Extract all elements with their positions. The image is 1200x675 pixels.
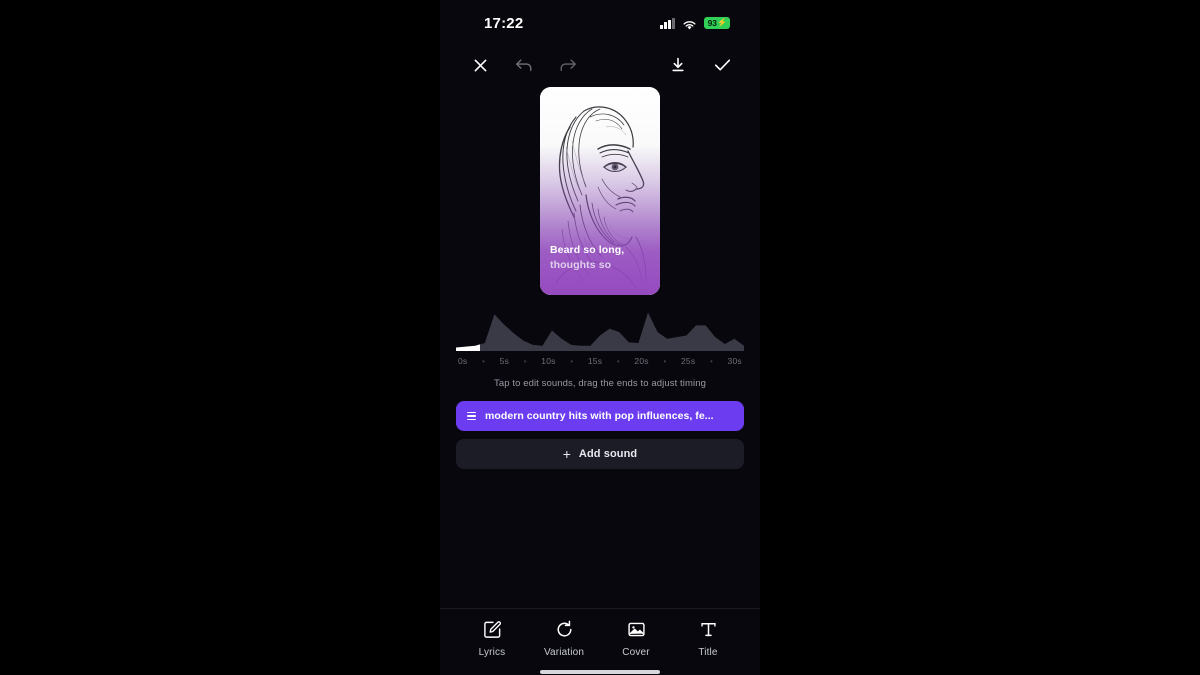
redo-button[interactable]	[556, 53, 580, 77]
tick-label: 30s	[727, 356, 742, 366]
status-indicators: 93 ⚡	[660, 17, 730, 30]
tick-separator-icon: •	[570, 356, 574, 366]
undo-button[interactable]	[512, 53, 536, 77]
tick-label: 25s	[680, 356, 696, 366]
nav-label: Cover	[622, 646, 650, 658]
tick-separator-icon: •	[523, 356, 527, 366]
tick-label: 15s	[587, 356, 603, 366]
battery-badge: 93 ⚡	[703, 17, 730, 29]
cellular-signal-icon	[660, 17, 675, 29]
status-time: 17:22	[484, 14, 524, 32]
refresh-rotate-icon	[555, 619, 574, 640]
tick-label: 10s	[541, 356, 556, 366]
home-indicator	[540, 670, 660, 674]
checkmark-icon	[714, 58, 731, 72]
download-button[interactable]	[666, 53, 690, 77]
text-title-icon	[699, 619, 718, 640]
nav-item-variation[interactable]: Variation	[533, 619, 595, 658]
waveform-chart[interactable]	[456, 309, 744, 351]
nav-label: Variation	[543, 646, 585, 658]
image-photo-icon	[627, 619, 646, 640]
cover-lyric-line-2: thoughts so	[550, 258, 612, 271]
download-icon	[670, 57, 686, 73]
editor-toolbar	[440, 46, 760, 84]
edit-square-pencil-icon	[483, 619, 502, 640]
screen-root: 17:22 93 ⚡ Beard so long, thoughts so 0s…	[0, 0, 1200, 675]
sound-list: modern country hits with pop influences,…	[440, 401, 760, 469]
plus-icon: +	[562, 446, 571, 462]
nav-item-lyrics[interactable]: Lyrics	[461, 619, 523, 658]
cover-lyric-line-1: Beard so long,	[550, 243, 625, 256]
nav-label: Lyrics	[478, 646, 506, 658]
nav-item-title[interactable]: Title	[677, 619, 739, 658]
undo-arrow-icon	[515, 57, 533, 73]
close-icon	[473, 58, 488, 73]
cover-art-card[interactable]: Beard so long, thoughts so	[540, 87, 660, 295]
phone-viewport: 17:22 93 ⚡ Beard so long, thoughts so 0s…	[440, 0, 760, 675]
timeline-ticks: 0s • 5s • 10s • 15s • 20s • 25s • 30s	[456, 356, 744, 366]
timeline-hint-text: Tap to edit sounds, drag the ends to adj…	[493, 378, 707, 389]
nav-label: Title	[698, 646, 718, 658]
confirm-button[interactable]	[710, 53, 734, 77]
close-button[interactable]	[468, 53, 492, 77]
cover-art-area: Beard so long, thoughts so	[440, 87, 760, 295]
tick-label: 0s	[458, 356, 468, 366]
add-sound-button[interactable]: + Add sound	[456, 439, 744, 469]
wifi-icon	[682, 18, 697, 30]
timeline-section: 0s • 5s • 10s • 15s • 20s • 25s • 30s Ta…	[440, 309, 760, 389]
bottom-navigation: Lyrics Variation Cover Title	[440, 608, 760, 675]
redo-arrow-icon	[559, 57, 577, 73]
sound-item-label: modern country hits with pop influences,…	[485, 410, 714, 422]
nav-item-cover[interactable]: Cover	[605, 619, 667, 658]
battery-level: 93	[707, 17, 717, 28]
sound-item[interactable]: modern country hits with pop influences,…	[456, 401, 744, 431]
list-handle-icon	[467, 411, 476, 421]
tick-label: 20s	[634, 356, 649, 366]
tick-separator-icon: •	[663, 356, 667, 366]
tick-separator-icon: •	[710, 356, 713, 366]
tick-separator-icon: •	[616, 356, 620, 366]
tick-label: 5s	[499, 356, 510, 366]
tick-separator-icon: •	[482, 356, 485, 366]
add-sound-label: Add sound	[578, 448, 638, 460]
charging-bolt-icon: ⚡	[717, 18, 727, 27]
status-bar: 17:22 93 ⚡	[440, 0, 760, 46]
cover-lyric-overlay: Beard so long, thoughts so	[550, 243, 652, 273]
